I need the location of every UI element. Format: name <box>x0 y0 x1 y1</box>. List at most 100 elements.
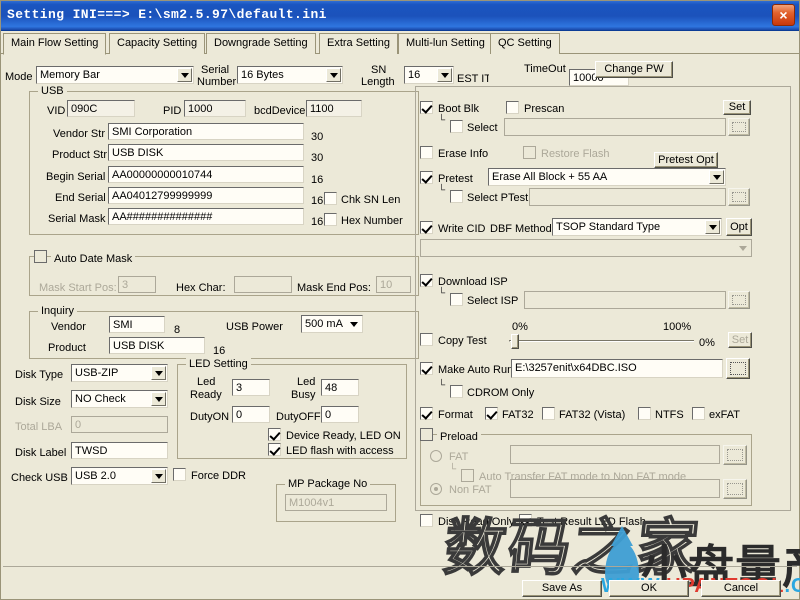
bcd-device-input[interactable]: 1100 <box>306 100 362 117</box>
fat-radio[interactable] <box>430 450 442 462</box>
select-checkbox[interactable] <box>450 120 463 133</box>
tab-multi-lun-setting[interactable]: Multi-lun Setting <box>398 33 493 54</box>
select-ptest-checkbox[interactable] <box>450 190 463 203</box>
fat32-checkbox[interactable] <box>485 407 498 420</box>
auto-date-mask-checkbox[interactable] <box>34 250 47 263</box>
select-ptest-input[interactable] <box>529 188 726 206</box>
tab-downgrade-setting[interactable]: Downgrade Setting <box>206 33 316 54</box>
led-busy-input[interactable]: 48 <box>321 379 359 396</box>
preload-checkbox[interactable] <box>420 428 433 441</box>
serial-number-select[interactable]: 16 Bytes <box>237 66 343 84</box>
fat32-vista-checkbox[interactable] <box>542 407 555 420</box>
product-str-input[interactable]: USB DISK <box>108 144 304 161</box>
mask-end-pos-input[interactable]: 10 <box>376 276 411 293</box>
begin-serial-input[interactable]: AA00000000010744 <box>108 166 304 183</box>
mp-package-no-input[interactable]: M1004v1 <box>285 494 387 511</box>
duty-on-input[interactable]: 0 <box>232 406 270 423</box>
disk-label-input[interactable]: TWSD <box>71 442 168 459</box>
cancel-button[interactable]: Cancel <box>701 580 781 597</box>
make-auto-run-checkbox[interactable] <box>420 362 433 375</box>
boot-blk-checkbox[interactable] <box>420 101 433 114</box>
prescan-checkbox[interactable] <box>506 101 519 114</box>
erase-info-checkbox[interactable] <box>420 146 433 159</box>
select-input[interactable] <box>504 118 726 136</box>
device-ready-led-on-checkbox[interactable] <box>268 428 281 441</box>
usb-power-select[interactable]: 500 mA <box>301 315 363 333</box>
serial-mask-input[interactable]: AA############## <box>108 208 304 225</box>
force-ddr-checkbox[interactable] <box>173 468 186 481</box>
exfat-checkbox[interactable] <box>692 407 705 420</box>
select-isp-browse-button[interactable] <box>728 291 750 309</box>
hex-number-checkbox[interactable] <box>324 213 337 226</box>
chk-sn-len-checkbox[interactable] <box>324 192 337 205</box>
inquiry-product-label: Product <box>48 342 86 354</box>
total-lba-input[interactable]: 0 <box>71 416 168 433</box>
duty-off-input[interactable]: 0 <box>321 406 359 423</box>
non-fat-browse-button[interactable] <box>723 479 747 499</box>
dbf-opt-button[interactable]: Opt <box>726 218 752 236</box>
disk-type-label: Disk Type <box>15 369 63 381</box>
end-serial-input[interactable]: AA04012799999999 <box>108 187 304 204</box>
dbf-method-select[interactable]: TSOP Standard Type <box>552 218 722 236</box>
fat-input[interactable] <box>510 445 720 464</box>
inquiry-vendor-input[interactable]: SMI <box>109 316 165 333</box>
non-fat-radio[interactable] <box>430 483 442 495</box>
pretest-select[interactable]: Erase All Block + 55 AA <box>488 168 726 186</box>
non-fat-input[interactable] <box>510 479 720 498</box>
inquiry-product-input[interactable]: USB DISK <box>109 337 205 354</box>
mode-select[interactable]: Memory Bar <box>36 66 194 84</box>
pid-input[interactable]: 1000 <box>184 100 246 117</box>
format-checkbox[interactable] <box>420 407 433 420</box>
tab-main-flow-setting[interactable]: Main Flow Setting <box>3 33 106 55</box>
restore-flash-checkbox[interactable] <box>523 146 536 159</box>
make-auto-run-browse-button[interactable] <box>726 358 750 379</box>
fat-browse-button[interactable] <box>723 445 747 465</box>
product-str-length: 30 <box>311 152 323 164</box>
save-as-button[interactable]: Save As <box>522 580 602 597</box>
close-icon[interactable]: × <box>772 4 795 26</box>
led-ready-input[interactable]: 3 <box>232 379 270 396</box>
ntfs-checkbox[interactable] <box>638 407 651 420</box>
tab-qc-setting[interactable]: QC Setting <box>490 33 560 54</box>
disk-read-only-checkbox[interactable] <box>420 514 433 527</box>
vid-input[interactable]: 090C <box>67 100 135 117</box>
duty-on-label: DutyON <box>190 411 229 423</box>
boot-set-button[interactable]: Set <box>723 100 751 115</box>
sn-length-select[interactable]: 16 <box>404 66 454 84</box>
mode-label: Mode <box>5 71 33 83</box>
select-browse-button[interactable] <box>728 118 750 136</box>
write-cid-checkbox[interactable] <box>420 221 433 234</box>
vendor-str-input[interactable]: SMI Corporation <box>108 123 304 140</box>
hex-char-input[interactable] <box>234 276 292 293</box>
mask-start-pos-input[interactable]: 3 <box>118 276 156 293</box>
check-usb-select[interactable]: USB 2.0 <box>71 467 168 485</box>
copy-test-set-button[interactable]: Set <box>728 332 752 348</box>
download-isp-checkbox[interactable] <box>420 274 433 287</box>
led-flash-with-access-checkbox[interactable] <box>268 443 281 456</box>
total-lba-label: Total LBA <box>15 421 62 433</box>
cdrom-only-checkbox[interactable] <box>450 385 463 398</box>
make-auto-run-input[interactable]: E:\3257enit\x64DBC.ISO <box>511 359 723 378</box>
tab-extra-setting[interactable]: Extra Setting <box>319 33 398 54</box>
change-pw-button[interactable]: Change PW <box>595 61 673 78</box>
usb-group-title: USB <box>38 85 67 97</box>
pretest-checkbox[interactable] <box>420 171 433 184</box>
select-isp-checkbox[interactable] <box>450 293 463 306</box>
select-isp-input[interactable] <box>524 291 726 309</box>
copy-test-slider-thumb[interactable] <box>511 334 519 349</box>
led-ready-label-line1: Led <box>197 376 215 388</box>
tab-capacity-setting[interactable]: Capacity Setting <box>109 33 205 54</box>
copy-test-checkbox[interactable] <box>420 333 433 346</box>
serial-mask-length: 16 <box>311 216 323 228</box>
auto-transfer-fat-checkbox[interactable] <box>461 469 474 482</box>
make-auto-run-label: Make Auto Run <box>438 364 513 376</box>
ok-button[interactable]: OK <box>609 580 689 597</box>
disk-type-select[interactable]: USB-ZIP <box>71 364 168 382</box>
pretest-opt-button[interactable]: Pretest Opt <box>654 152 718 168</box>
disk-size-select[interactable]: NO Check <box>71 390 168 408</box>
copy-test-slider[interactable] <box>509 334 694 350</box>
test-result-led-flash-checkbox[interactable] <box>519 514 532 527</box>
select-ptest-browse-button[interactable] <box>728 188 750 206</box>
serial-mask-label: Serial Mask <box>48 213 105 225</box>
dbf-sub-select[interactable] <box>420 239 752 257</box>
